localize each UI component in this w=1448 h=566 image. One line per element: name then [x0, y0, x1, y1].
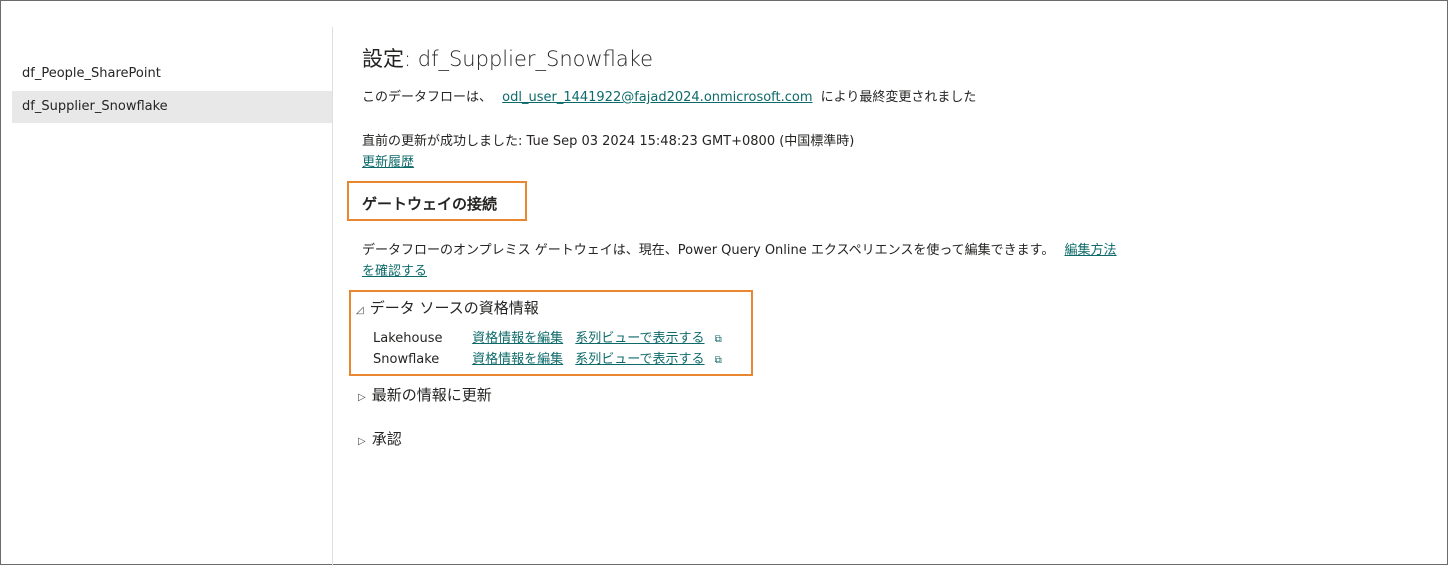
- settings-panel: 設定: df_Supplier_Snowflake このデータフローは、 odl…: [347, 1, 1447, 566]
- view-lineage-link[interactable]: 系列ビューで表示する: [575, 331, 704, 346]
- sidebar: df_People_SharePoint df_Supplier_Snowfla…: [1, 1, 332, 566]
- approval-section-toggle[interactable]: ▷ 承認: [358, 428, 402, 449]
- page-title: 設定: df_Supplier_Snowflake: [362, 47, 654, 71]
- sidebar-item-df-supplier-snowflake[interactable]: df_Supplier_Snowflake: [12, 91, 332, 123]
- external-link-icon[interactable]: ⧉: [715, 355, 722, 366]
- last-modified-prefix: このデータフローは、: [362, 90, 493, 105]
- sidebar-divider: [332, 27, 333, 566]
- edit-credentials-link[interactable]: 資格情報を編集: [472, 331, 563, 346]
- how-to-edit-link-continued[interactable]: を確認する: [362, 260, 427, 279]
- refresh-section-heading: 最新の情報に更新: [371, 386, 492, 404]
- refresh-section-toggle[interactable]: ▷ 最新の情報に更新: [358, 384, 492, 405]
- gateway-heading: ゲートウェイの接続: [362, 195, 498, 213]
- expanded-triangle-icon: ◿: [356, 305, 364, 316]
- credential-source-label: Lakehouse: [373, 331, 443, 346]
- gateway-description: データフローのオンプレミス ゲートウェイは、現在、Power Query Onl…: [362, 243, 1055, 258]
- last-refresh-status: 直前の更新が成功しました: Tue Sep 03 2024 15:48:23 G…: [362, 134, 855, 149]
- credentials-section-toggle[interactable]: ◿ データ ソースの資格情報: [356, 297, 539, 318]
- collapsed-triangle-icon: ▷: [358, 392, 366, 403]
- sidebar-item-df-people-sharepoint[interactable]: df_People_SharePoint: [12, 58, 332, 90]
- collapsed-triangle-icon: ▷: [358, 436, 366, 447]
- credential-row: Snowflake 資格情報を編集 系列ビューで表示する ⧉: [373, 348, 722, 367]
- approval-section-heading: 承認: [371, 430, 402, 448]
- credential-source-label: Snowflake: [373, 352, 440, 367]
- edit-credentials-link[interactable]: 資格情報を編集: [472, 352, 563, 367]
- last-modified-suffix: により最終変更されました: [820, 90, 977, 105]
- credentials-heading: データ ソースの資格情報: [369, 299, 539, 317]
- modified-user-link[interactable]: odl_user_1441922@fajad2024.onmicrosoft.c…: [502, 90, 812, 105]
- credential-row: Lakehouse 資格情報を編集 系列ビューで表示する ⧉: [373, 327, 722, 346]
- view-lineage-link[interactable]: 系列ビューで表示する: [575, 352, 704, 367]
- refresh-history-link[interactable]: 更新履歴: [362, 151, 414, 170]
- last-modified-line: このデータフローは、 odl_user_1441922@fajad2024.on…: [362, 86, 976, 105]
- how-to-edit-link[interactable]: 編集方法: [1065, 243, 1117, 258]
- external-link-icon[interactable]: ⧉: [715, 334, 722, 345]
- gateway-description-line: データフローのオンプレミス ゲートウェイは、現在、Power Query Onl…: [362, 239, 1117, 258]
